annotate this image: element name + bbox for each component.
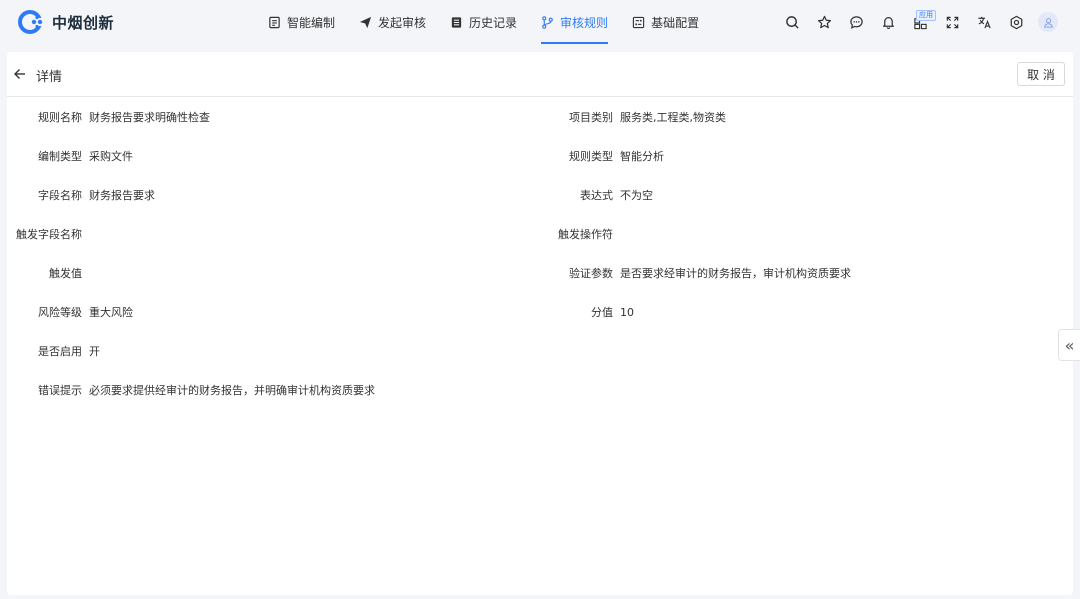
field-label: 错误提示	[38, 384, 82, 397]
messages-button[interactable]	[840, 6, 872, 38]
field-trigger-operator: 触发操作符	[514, 226, 620, 242]
field-risk-level: 风险等级 重大风险	[7, 304, 133, 320]
field-label: 触发操作符	[558, 228, 613, 241]
field-value: 服务类,工程类,物资类	[620, 111, 726, 124]
nav-label: 发起审核	[378, 15, 427, 30]
field-label: 是否启用	[38, 345, 82, 358]
field-label: 触发字段名称	[16, 228, 82, 241]
field-label: 触发值	[49, 267, 82, 280]
settings-button[interactable]	[1000, 6, 1032, 38]
user-icon	[1043, 17, 1053, 28]
language-button[interactable]	[968, 6, 1000, 38]
nav-item-review-rules[interactable]: 审核规则	[541, 0, 609, 44]
document-icon	[269, 16, 280, 28]
page-title: 详情	[36, 70, 63, 85]
field-value: 开	[89, 345, 100, 358]
field-value: 财务报告要求明确性检查	[89, 111, 210, 124]
header-tools: 应用	[776, 0, 1064, 44]
field-validation-params: 验证参数 是否要求经审计的财务报告，审计机构资质要求	[514, 265, 851, 281]
config-icon	[632, 16, 645, 28]
nav-item-base-config[interactable]: 基础配置	[632, 0, 699, 44]
fullscreen-icon	[946, 16, 958, 28]
field-value: 财务报告要求	[89, 189, 155, 202]
field-value: 智能分析	[620, 150, 664, 163]
field-score: 分值 10	[514, 304, 634, 320]
back-arrow-icon[interactable]	[13, 67, 27, 81]
settings-icon	[1010, 15, 1022, 29]
cancel-button[interactable]: 取 消	[1017, 62, 1065, 86]
nav-item-history[interactable]: 历史记录	[450, 0, 517, 44]
field-label: 规则名称	[38, 111, 82, 124]
field-enabled: 是否启用 开	[7, 343, 100, 359]
field-rule-type: 规则类型 智能分析	[514, 148, 664, 164]
field-label: 规则类型	[569, 150, 613, 163]
field-label: 分值	[591, 306, 613, 319]
field-label: 表达式	[580, 189, 613, 202]
field-label: 项目类别	[569, 111, 613, 124]
nav-label: 历史记录	[469, 15, 518, 30]
field-expression: 表达式 不为空	[514, 187, 653, 203]
nav-label: 基础配置	[651, 15, 700, 30]
side-panel-toggle[interactable]: «	[1058, 329, 1080, 361]
field-project-category: 项目类别 服务类,工程类,物资类	[514, 109, 726, 125]
field-value: 采购文件	[89, 150, 133, 163]
field-label: 验证参数	[569, 267, 613, 280]
search-button[interactable]	[776, 6, 808, 38]
brand-name: 中烟创新	[52, 13, 115, 32]
field-rule-name: 规则名称 财务报告要求明确性检查	[7, 109, 210, 125]
apps-button[interactable]: 应用	[904, 6, 936, 38]
star-icon	[817, 15, 831, 28]
translate-icon	[977, 16, 991, 28]
card-header: 详情 取 消	[7, 52, 1073, 97]
field-trigger-field-name: 触发字段名称	[7, 226, 89, 242]
branch-icon	[542, 15, 553, 29]
list-icon	[451, 16, 462, 28]
field-value: 不为空	[620, 189, 653, 202]
field-field-name: 字段名称 财务报告要求	[7, 187, 155, 203]
main-nav: 智能编制 发起审核 历史记录 审核规则 基础配置	[268, 0, 723, 44]
nav-item-smart-compile[interactable]: 智能编制	[268, 0, 335, 44]
fullscreen-button[interactable]	[936, 6, 968, 38]
search-icon	[785, 15, 799, 29]
bell-icon	[882, 16, 894, 29]
user-menu[interactable]	[1032, 6, 1064, 38]
notifications-button[interactable]	[872, 6, 904, 38]
field-compile-type: 编制类型 采购文件	[7, 148, 133, 164]
field-value: 10	[620, 305, 634, 319]
field-label: 编制类型	[38, 150, 82, 163]
field-label: 字段名称	[38, 189, 82, 202]
send-icon	[359, 16, 372, 28]
field-error-hint: 错误提示 必须要求提供经审计的财务报告，并明确审计机构资质要求	[7, 382, 375, 398]
field-trigger-value: 触发值	[7, 265, 89, 281]
nav-label: 智能编制	[287, 15, 336, 30]
app-badge: 应用	[916, 10, 936, 21]
field-label: 风险等级	[38, 306, 82, 319]
detail-card: 详情 取 消 规则名称 财务报告要求明确性检查 编制类型 采购文件 字段名称 财…	[7, 52, 1073, 595]
brand-logo[interactable]: 中烟创新	[18, 9, 114, 35]
field-value: 是否要求经审计的财务报告，审计机构资质要求	[620, 267, 851, 280]
field-value: 重大风险	[89, 306, 133, 319]
field-value: 必须要求提供经审计的财务报告，并明确审计机构资质要求	[89, 384, 375, 397]
avatar	[1038, 12, 1058, 32]
favorite-button[interactable]	[808, 6, 840, 38]
chat-icon	[849, 15, 863, 29]
nav-label: 审核规则	[560, 15, 609, 30]
top-navigation-bar: 中烟创新 智能编制 发起审核 历史记录 审核规则 基础配置 应用	[0, 0, 1080, 44]
logo-mark-icon	[18, 10, 43, 34]
nav-item-start-review[interactable]: 发起审核	[359, 0, 426, 44]
